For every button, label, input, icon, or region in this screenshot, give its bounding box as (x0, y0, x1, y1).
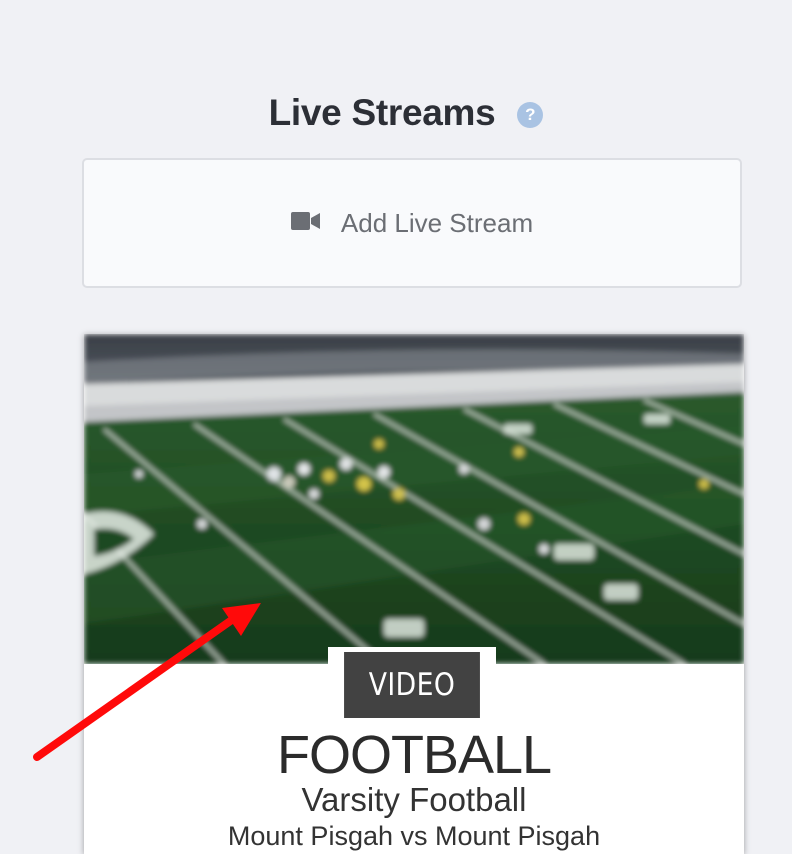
help-icon[interactable]: ? (517, 102, 544, 128)
add-live-stream-button[interactable]: Add Live Stream (82, 158, 742, 288)
page-title: Live Streams (268, 92, 496, 133)
add-live-stream-label: Add Live Stream (340, 207, 534, 238)
sport-title: FOOTBALL (276, 725, 552, 785)
video-badge-frame: VIDEO (328, 647, 496, 719)
video-badge: VIDEO (344, 652, 480, 718)
football-field-photo (84, 334, 744, 664)
page-header: Live Streams ? (0, 88, 792, 138)
matchup-text: Mount Pisgah vs Mount Pisgah (227, 821, 601, 851)
stream-card[interactable]: VIDEO FOOTBALL Varsity Football Mount Pi… (84, 334, 744, 854)
video-camera-icon (290, 211, 321, 231)
stream-thumbnail[interactable] (84, 334, 744, 664)
team-level: Varsity Football (301, 781, 527, 818)
